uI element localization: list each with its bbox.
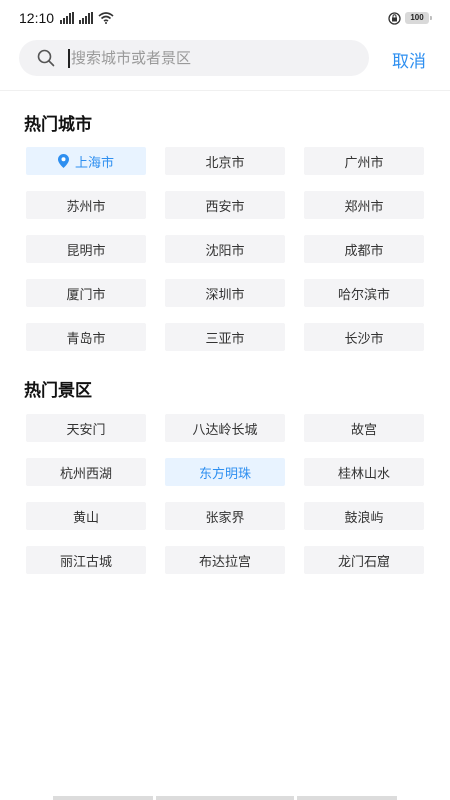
- city-chip[interactable]: 苏州市: [26, 191, 146, 219]
- bottom-divider: [156, 796, 294, 800]
- scenic-chip[interactable]: 龙门石窟: [304, 546, 424, 574]
- text-cursor: [68, 49, 70, 68]
- cellular-signal-icon: [60, 12, 74, 24]
- city-chip[interactable]: 昆明市: [26, 235, 146, 263]
- cellular-signal-icon: [79, 12, 93, 24]
- scenic-chip[interactable]: 丽江古城: [26, 546, 146, 574]
- bottom-divider: [53, 796, 153, 800]
- scenic-chip[interactable]: 布达拉宫: [165, 546, 285, 574]
- city-chip[interactable]: 沈阳市: [165, 235, 285, 263]
- section-title-hot-scenic: 热门景区: [24, 381, 92, 401]
- city-chip[interactable]: 北京市: [165, 147, 285, 175]
- city-chip[interactable]: 厦门市: [26, 279, 146, 307]
- rotation-lock-icon: [388, 12, 401, 25]
- cancel-button[interactable]: 取消: [392, 47, 426, 72]
- scenic-chip[interactable]: 八达岭长城: [165, 414, 285, 442]
- status-time: 12:10: [19, 10, 55, 26]
- city-chip[interactable]: 深圳市: [165, 279, 285, 307]
- search-input[interactable]: [71, 40, 361, 76]
- hot-cities-grid: 上海市 北京市 广州市 苏州市 西安市 郑州市 昆明市 沈阳市 成都市 厦门市 …: [26, 147, 424, 351]
- city-chip[interactable]: 三亚市: [165, 323, 285, 351]
- city-chip[interactable]: 成都市: [304, 235, 424, 263]
- bottom-divider: [297, 796, 397, 800]
- divider: [0, 90, 450, 91]
- city-chip[interactable]: 哈尔滨市: [304, 279, 424, 307]
- scenic-chip[interactable]: 杭州西湖: [26, 458, 146, 486]
- scenic-chip[interactable]: 桂林山水: [304, 458, 424, 486]
- city-chip[interactable]: 青岛市: [26, 323, 146, 351]
- scenic-chip-selected[interactable]: 东方明珠: [165, 458, 285, 486]
- search-icon: [37, 49, 55, 67]
- scenic-chip[interactable]: 鼓浪屿: [304, 502, 424, 530]
- city-chip[interactable]: 广州市: [304, 147, 424, 175]
- city-chip[interactable]: 长沙市: [304, 323, 424, 351]
- city-chip-label: 上海市: [74, 155, 114, 171]
- search-bar[interactable]: [19, 40, 369, 76]
- scenic-chip[interactable]: 天安门: [26, 414, 146, 442]
- city-chip[interactable]: 西安市: [165, 191, 285, 219]
- wifi-icon: [98, 12, 114, 24]
- hot-scenic-grid: 天安门 八达岭长城 故宫 杭州西湖 东方明珠 桂林山水 黄山 张家界 鼓浪屿 丽…: [26, 414, 424, 574]
- location-pin-icon: [57, 154, 69, 168]
- status-bar: 12:10 100: [0, 0, 450, 36]
- scenic-chip[interactable]: 黄山: [26, 502, 146, 530]
- battery-indicator: 100: [405, 12, 432, 24]
- section-title-hot-cities: 热门城市: [24, 115, 92, 135]
- city-chip[interactable]: 郑州市: [304, 191, 424, 219]
- city-chip-current[interactable]: 上海市: [26, 147, 146, 175]
- scenic-chip[interactable]: 张家界: [165, 502, 285, 530]
- scenic-chip[interactable]: 故宫: [304, 414, 424, 442]
